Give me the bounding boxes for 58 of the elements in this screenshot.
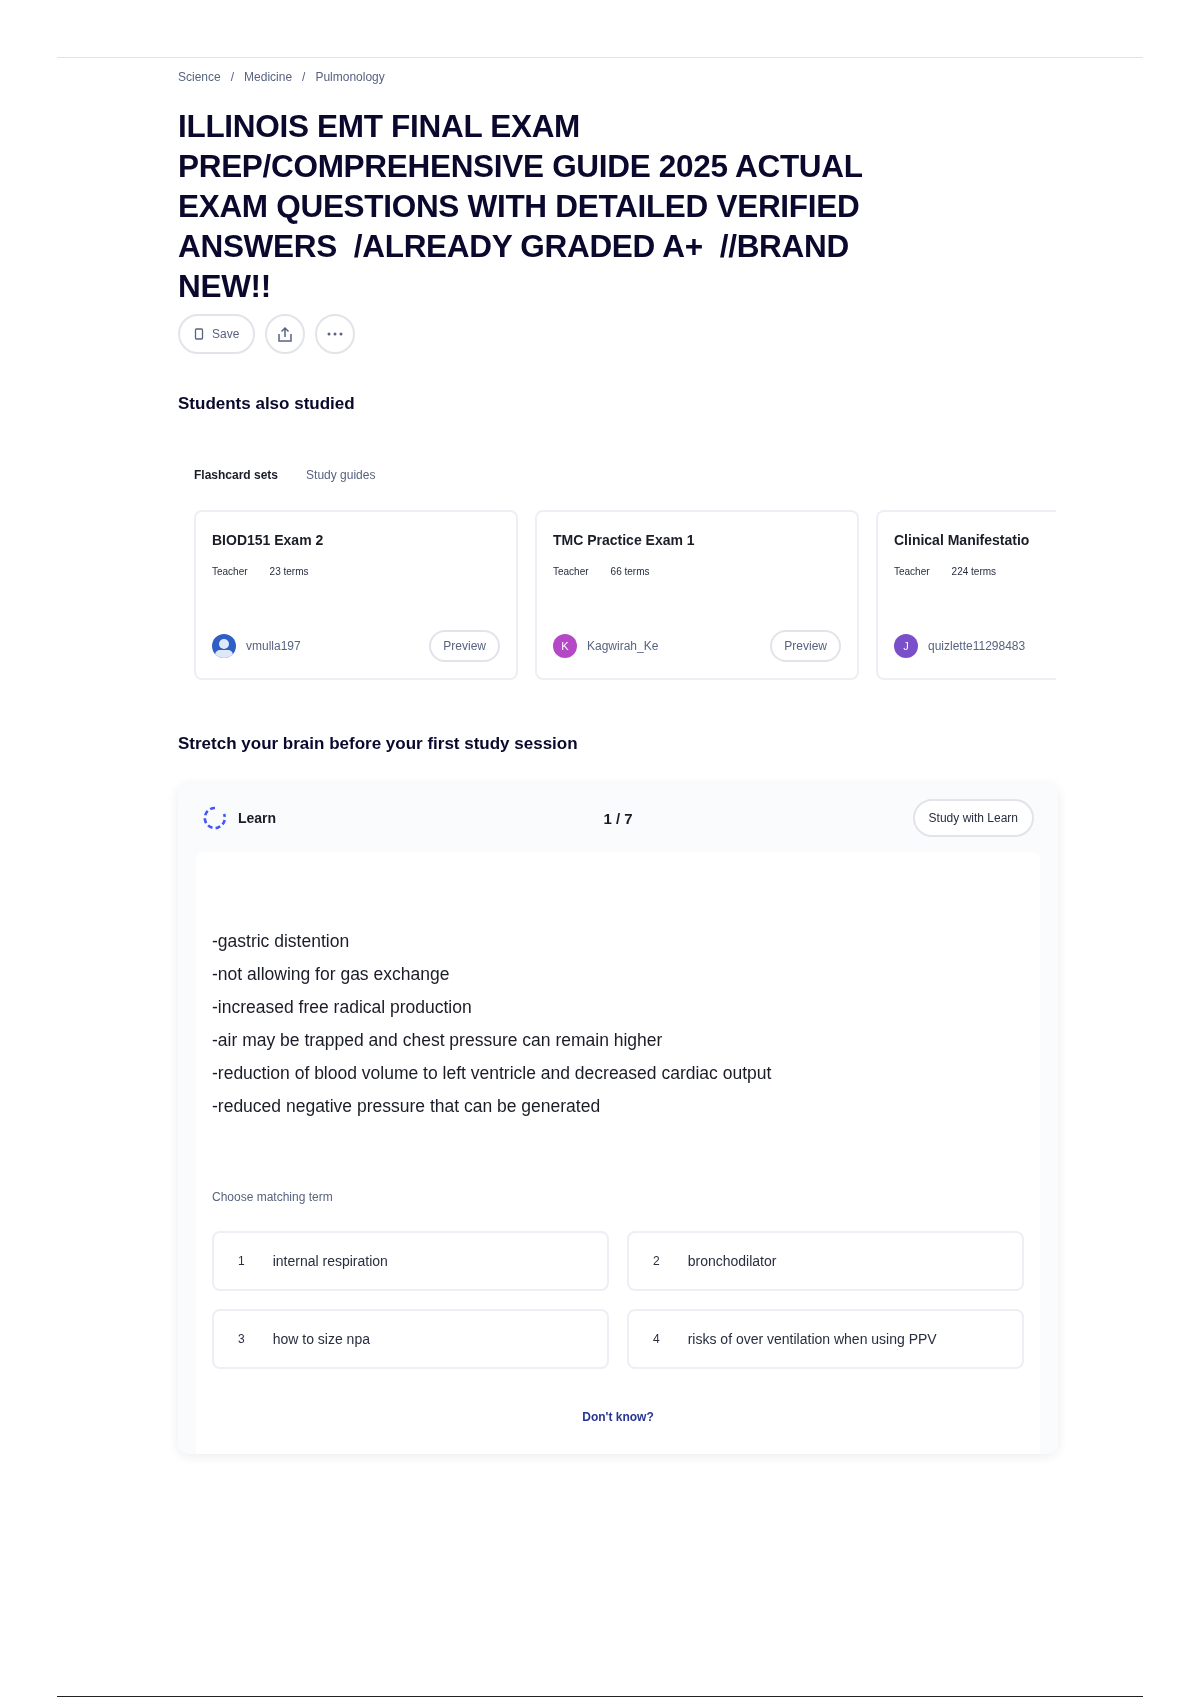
definition-line: -air may be trapped and chest pressure can remain higher [212,1029,664,1052]
set-card[interactable]: BIOD151 Exam 2 Teacher 23 terms vmulla197 Preview [194,510,518,680]
term-count: 224 terms [951,566,997,577]
option-number: 2 [653,1254,660,1268]
answer-option[interactable]: 3 how to size npa [212,1309,609,1369]
definition-line: -increased free radical production [212,996,473,1019]
breadcrumb-link[interactable]: Pulmonology [315,70,385,84]
answer-option[interactable]: 2 bronchodilator [627,1231,1024,1291]
creator-role: Teacher [553,566,589,577]
page-title: ILLINOIS EMT FINAL EXAM PREP/COMPREHENSIVE GUIDE 2025 ACTUAL EXAM QUESTIONS WITH DETAILED VERIFIED ANSWERS /ALREADY GRADED A+ //BRAND NEW!! [178,107,864,306]
study-button[interactable]: Study with Learn [912,799,1034,837]
creator-role: Teacher [212,566,248,577]
progress-count: 1 / 7 [603,809,633,827]
section-heading: Stretch your brain before your first study session [178,734,579,754]
option-number: 4 [653,1332,660,1346]
username[interactable]: quizlette11298483 [928,639,1056,653]
dont-know-link[interactable]: Don't know? [576,1409,660,1425]
tab[interactable]: Study guides [306,464,376,486]
definition-line: -reduction of blood volume to left ventricle and decreased cardiac output [212,1062,773,1085]
section-heading: Students also studied [178,394,356,414]
share-button[interactable] [265,314,306,354]
option-text: bronchodilator [687,1253,777,1269]
set-card[interactable]: Clinical Manifestatio Teacher 224 terms J quizlette11298483 [876,510,1056,680]
set-title: TMC Practice Exam 1 [553,532,696,548]
option-text: internal respiration [272,1253,388,1269]
set-title: Clinical Manifestatio [894,532,1031,548]
answer-option[interactable]: 1 internal respiration [212,1231,609,1291]
avatar: J [894,634,918,658]
option-number: 1 [238,1254,245,1268]
breadcrumb-separator: / [230,70,235,84]
share-icon [276,325,295,343]
breadcrumb-separator: / [302,70,306,84]
definition-line: -gastric distention [212,930,351,953]
definition-line: -reduced negative pressure that can be generated [212,1095,602,1118]
more-icon [326,332,345,336]
option-number: 3 [238,1332,245,1346]
preview-button[interactable]: Preview [770,630,841,662]
save-button[interactable]: Save [178,314,256,354]
username[interactable]: Kagwirah_Ke [587,639,761,653]
username[interactable]: vmulla197 [246,639,420,653]
breadcrumb-link[interactable]: Science [178,70,221,84]
option-text: risks of over ventilation when using PPV [687,1331,937,1347]
answer-option[interactable]: 4 risks of over ventilation when using PPV [627,1309,1024,1369]
prompt-label: Choose matching term [212,1190,334,1204]
mode-label: Learn [238,810,277,826]
preview-button[interactable]: Preview [429,630,500,662]
term-count: 23 terms [269,566,309,577]
bookmark-icon [194,328,204,340]
learn-icon [202,805,228,831]
definition-line: -not allowing for gas exchange [212,963,451,986]
breadcrumb-link[interactable]: Medicine [244,70,293,84]
option-text: how to size npa [272,1331,370,1347]
set-title: BIOD151 Exam 2 [212,532,325,548]
set-card[interactable]: TMC Practice Exam 1 Teacher 66 terms K Kagwirah_Ke Preview [535,510,859,680]
tab[interactable]: Flashcard sets [194,464,279,486]
avatar: K [553,634,577,658]
term-count: 66 terms [610,566,650,577]
creator-role: Teacher [894,566,930,577]
